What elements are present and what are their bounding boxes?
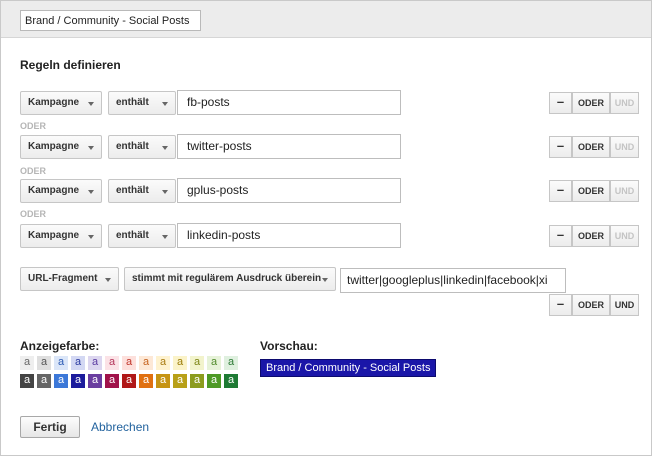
operator-select[interactable]: stimmt mit regulärem Ausdruck überein [124, 267, 336, 291]
chevron-down-icon [162, 146, 168, 150]
chevron-down-icon [88, 190, 94, 194]
chevron-down-icon [88, 235, 94, 239]
rules-heading: Regeln definieren [20, 58, 121, 72]
color-swatch-dark[interactable]: a [173, 374, 187, 388]
dimension-select[interactable]: Kampagne [20, 179, 102, 203]
segment-preview-badge: Brand / Community - Social Posts [260, 359, 437, 377]
color-swatch-dark[interactable]: a [105, 374, 119, 388]
and-button[interactable]: UND [610, 92, 639, 114]
color-swatch-light[interactable]: a [190, 356, 204, 370]
or-button[interactable]: ODER [572, 136, 610, 158]
done-button[interactable]: Fertig [20, 416, 80, 438]
chevron-down-icon [162, 190, 168, 194]
operator-select[interactable]: enthält [108, 179, 176, 203]
and-button[interactable]: UND [610, 294, 639, 316]
operator-select-label: enthält [116, 185, 149, 196]
or-separator: ODER [20, 209, 47, 219]
or-button[interactable]: ODER [572, 92, 610, 114]
chevron-down-icon [88, 102, 94, 106]
color-swatch-dark[interactable]: a [156, 374, 170, 388]
operator-select[interactable]: enthält [108, 135, 176, 159]
operator-select-label: enthält [116, 97, 149, 108]
display-color-label: Anzeigefarbe: [20, 339, 100, 353]
operator-select[interactable]: enthält [108, 91, 176, 115]
and-button[interactable]: UND [610, 225, 639, 247]
dimension-select-label: Kampagne [28, 230, 80, 241]
cancel-link[interactable]: Abbrechen [91, 420, 149, 434]
or-button[interactable]: ODER [572, 180, 610, 202]
segment-editor-panel: Regeln definieren Kampagne enthält fb-po… [0, 0, 652, 456]
color-swatch-dark[interactable]: a [88, 374, 102, 388]
or-separator: ODER [20, 121, 47, 131]
or-button[interactable]: ODER [572, 294, 610, 316]
color-swatch-dark[interactable]: a [54, 374, 68, 388]
operator-select-label: enthält [116, 141, 149, 152]
dimension-select[interactable]: Kampagne [20, 91, 102, 115]
value-input[interactable]: twitter-posts [177, 134, 401, 159]
color-swatch-dark[interactable]: a [71, 374, 85, 388]
color-swatch-dark[interactable]: a [37, 374, 51, 388]
or-separator: ODER [20, 166, 47, 176]
header-bar [1, 1, 651, 38]
chevron-down-icon [162, 102, 168, 106]
operator-select-label: enthält [116, 230, 149, 241]
color-swatch-light[interactable]: a [156, 356, 170, 370]
color-swatch-dark[interactable]: a [190, 374, 204, 388]
and-button[interactable]: UND [610, 180, 639, 202]
dimension-select-label: Kampagne [28, 141, 80, 152]
remove-rule-button[interactable]: – [549, 136, 572, 158]
dimension-select-label: Kampagne [28, 185, 80, 196]
operator-select-label: stimmt mit regulärem Ausdruck überein [132, 273, 322, 284]
color-swatch-light[interactable]: a [224, 356, 238, 370]
chevron-down-icon [105, 278, 111, 282]
value-input[interactable]: fb-posts [177, 90, 401, 115]
preview-label: Vorschau: [260, 339, 318, 353]
color-swatch-dark[interactable]: a [20, 374, 34, 388]
color-swatch-light[interactable]: a [122, 356, 136, 370]
color-swatch-light[interactable]: a [207, 356, 221, 370]
color-swatch-dark[interactable]: a [139, 374, 153, 388]
dimension-select-label: URL-Fragment [28, 273, 98, 284]
regex-value-input[interactable]: twitter|googleplus|linkedin|facebook|xi [340, 268, 566, 293]
value-input[interactable]: linkedin-posts [177, 223, 401, 248]
and-button[interactable]: UND [610, 136, 639, 158]
operator-select[interactable]: enthält [108, 224, 176, 248]
color-swatch-light[interactable]: a [88, 356, 102, 370]
or-button[interactable]: ODER [572, 225, 610, 247]
value-input[interactable]: gplus-posts [177, 178, 401, 203]
color-swatch-light[interactable]: a [54, 356, 68, 370]
chevron-down-icon [162, 235, 168, 239]
color-swatch-dark[interactable]: a [224, 374, 238, 388]
dimension-select-label: Kampagne [28, 97, 80, 108]
color-swatch-dark[interactable]: a [207, 374, 221, 388]
segment-name-input[interactable] [20, 10, 201, 31]
color-swatch-light[interactable]: a [20, 356, 34, 370]
color-swatch-light[interactable]: a [37, 356, 51, 370]
color-swatch-light[interactable]: a [71, 356, 85, 370]
color-swatch-light[interactable]: a [173, 356, 187, 370]
color-swatch-light[interactable]: a [139, 356, 153, 370]
dimension-select[interactable]: Kampagne [20, 135, 102, 159]
remove-rule-button[interactable]: – [549, 225, 572, 247]
remove-rule-button[interactable]: – [549, 92, 572, 114]
dimension-select[interactable]: Kampagne [20, 224, 102, 248]
color-swatch-dark[interactable]: a [122, 374, 136, 388]
color-swatch-light[interactable]: a [105, 356, 119, 370]
chevron-down-icon [88, 146, 94, 150]
remove-rule-button[interactable]: – [549, 294, 572, 316]
remove-rule-button[interactable]: – [549, 180, 572, 202]
dimension-select[interactable]: URL-Fragment [20, 267, 119, 291]
chevron-down-icon [322, 278, 328, 282]
